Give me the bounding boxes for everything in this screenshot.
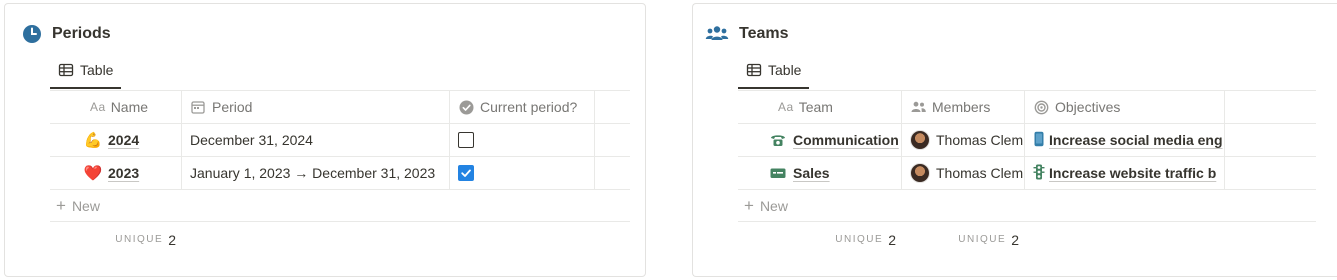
- objective-link[interactable]: Increase website traffic b: [1049, 165, 1216, 181]
- tab-table[interactable]: Table: [50, 53, 122, 89]
- text-type-icon: Aa: [90, 100, 106, 114]
- calc-name[interactable]: UNIQUE 2: [50, 223, 176, 256]
- phone-icon: [769, 133, 787, 147]
- tab-table-label: Table: [768, 62, 802, 78]
- table-row[interactable]: Sales Thomas Clem Increase website traff…: [738, 156, 1316, 189]
- avatar: [910, 163, 930, 183]
- column-header-objectives[interactable]: Objectives: [1025, 91, 1225, 123]
- table-icon: [746, 62, 762, 78]
- periods-title[interactable]: Periods: [52, 25, 111, 43]
- calc-label: UNIQUE: [115, 234, 164, 245]
- teams-title[interactable]: Teams: [739, 25, 789, 43]
- current-checkbox[interactable]: [458, 165, 474, 181]
- periods-tabbar: Table: [50, 53, 630, 89]
- table-row[interactable]: ❤️ 2023 January 1, 2023 → December 31, 2…: [50, 156, 630, 189]
- column-header-label: Members: [932, 99, 991, 115]
- table-row[interactable]: 💪 2024 December 31, 2024: [50, 123, 630, 156]
- calc-value: 2: [168, 231, 176, 248]
- objectives-cell[interactable]: Increase website traffic b: [1025, 157, 1225, 189]
- row-name[interactable]: 2024: [108, 132, 139, 148]
- new-row-button[interactable]: + New: [738, 189, 1316, 222]
- current-checkbox[interactable]: [458, 132, 474, 148]
- column-header-label: Name: [110, 99, 149, 115]
- empty-cell[interactable]: [595, 157, 630, 189]
- column-header-label: Team: [798, 99, 833, 115]
- text-type-icon: Aa: [778, 100, 794, 114]
- table-header-row: Aa Name Period Current period?: [50, 90, 630, 123]
- people-group-icon: [704, 23, 730, 45]
- calc-team[interactable]: UNIQUE 2: [738, 223, 896, 256]
- current-cell[interactable]: [450, 124, 595, 156]
- teams-tabbar: Table: [738, 53, 1316, 89]
- new-label: New: [759, 197, 788, 214]
- calc-value: 2: [1011, 231, 1019, 248]
- column-header-members[interactable]: Members: [902, 91, 1025, 123]
- period-cell[interactable]: December 31, 2024: [182, 124, 450, 156]
- calc-value: 2: [888, 231, 896, 248]
- plus-icon: +: [744, 195, 754, 215]
- tab-table[interactable]: Table: [738, 53, 810, 89]
- period-cell[interactable]: January 1, 2023 → December 31, 2023: [182, 157, 450, 189]
- table-icon: [58, 62, 74, 78]
- column-header-empty[interactable]: [595, 91, 630, 123]
- current-cell[interactable]: [450, 157, 595, 189]
- tab-table-label: Table: [80, 62, 114, 78]
- checkmark-icon: [461, 169, 471, 177]
- name-cell[interactable]: ❤️ 2023: [50, 157, 182, 189]
- calc-members[interactable]: UNIQUE 2: [902, 223, 1019, 256]
- column-header-name[interactable]: Aa Name: [50, 91, 182, 123]
- column-header-period[interactable]: Period: [182, 91, 450, 123]
- column-header-label: Period: [212, 99, 253, 115]
- teams-panel: Teams Table Aa Team Members Objectives C…: [692, 3, 1337, 277]
- period-value: December 31, 2024: [190, 132, 313, 148]
- teams-header: Teams: [704, 23, 789, 45]
- team-name[interactable]: Sales: [793, 165, 830, 181]
- team-cell[interactable]: Sales: [738, 157, 902, 189]
- table-header-row: Aa Team Members Objectives: [738, 90, 1316, 123]
- calculation-row: UNIQUE 2: [50, 223, 630, 256]
- money-icon: [769, 167, 787, 179]
- calculation-row: UNIQUE 2 UNIQUE 2: [738, 223, 1316, 256]
- plus-icon: +: [56, 195, 66, 215]
- column-header-team[interactable]: Aa Team: [738, 91, 902, 123]
- periods-header: Periods: [21, 23, 111, 45]
- new-label: New: [71, 197, 100, 214]
- period-value: January 1, 2023 → December 31, 2023: [190, 165, 436, 181]
- member-name: Thomas Clem: [936, 132, 1024, 148]
- column-header-empty[interactable]: [1225, 91, 1316, 123]
- members-cell[interactable]: Thomas Clem: [902, 124, 1025, 156]
- column-header-label: Current period?: [480, 99, 578, 115]
- target-icon: [1033, 99, 1049, 115]
- mobile-phone-icon: [1033, 131, 1045, 150]
- calc-label: UNIQUE: [835, 234, 884, 245]
- members-cell[interactable]: Thomas Clem: [902, 157, 1025, 189]
- people-icon: [910, 99, 926, 115]
- row-name[interactable]: 2023: [108, 165, 139, 181]
- column-header-label: Objectives: [1055, 99, 1121, 115]
- empty-cell[interactable]: [1225, 124, 1316, 156]
- empty-cell[interactable]: [595, 124, 630, 156]
- periods-panel: Periods Table Aa Name Period Current per…: [4, 3, 646, 277]
- traffic-light-icon: [1033, 164, 1045, 183]
- team-name[interactable]: Communication: [793, 132, 899, 148]
- calendar-icon: [190, 99, 206, 115]
- team-cell[interactable]: Communication: [738, 124, 902, 156]
- objectives-cell[interactable]: Increase social media eng: [1025, 124, 1225, 156]
- member-name: Thomas Clem: [936, 165, 1024, 181]
- avatar: [910, 130, 930, 150]
- table-row[interactable]: Communication Thomas Clem Increase socia…: [738, 123, 1316, 156]
- heart-icon: ❤️: [83, 165, 103, 182]
- column-header-current[interactable]: Current period?: [450, 91, 595, 123]
- flexed-biceps-icon: 💪: [83, 132, 103, 149]
- name-cell[interactable]: 💪 2024: [50, 124, 182, 156]
- clock-icon: [21, 23, 43, 45]
- check-circle-icon: [458, 99, 474, 115]
- new-row-button[interactable]: + New: [50, 189, 630, 222]
- calc-label: UNIQUE: [958, 234, 1007, 245]
- empty-cell[interactable]: [1225, 157, 1316, 189]
- objective-link[interactable]: Increase social media eng: [1049, 132, 1223, 148]
